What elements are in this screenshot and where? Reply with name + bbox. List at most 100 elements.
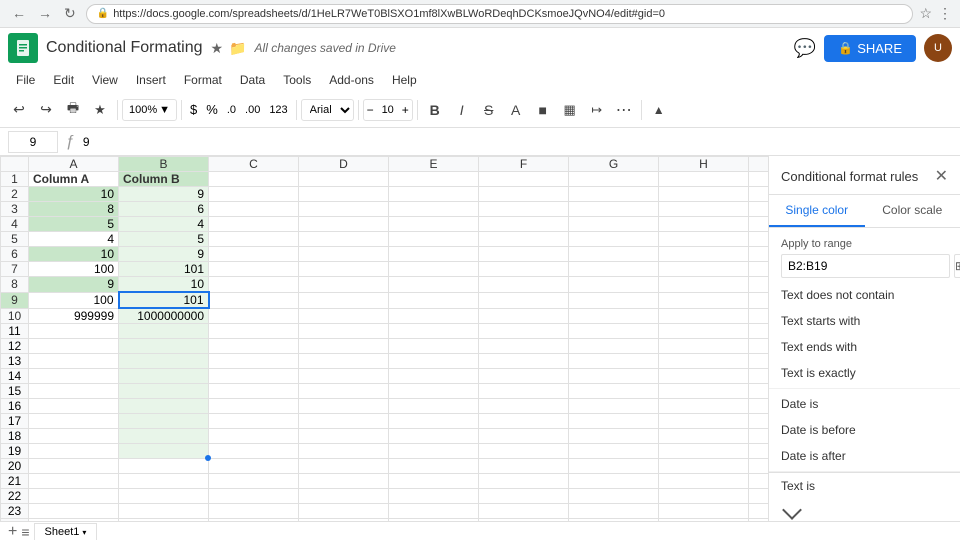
cell-c9[interactable] [209, 292, 299, 308]
cell-h2[interactable] [659, 187, 749, 202]
cell-i1[interactable] [749, 172, 769, 187]
cell-d10[interactable] [299, 308, 389, 324]
cell-h10[interactable] [659, 308, 749, 324]
cell-f2[interactable] [479, 187, 569, 202]
dropdown-item-text-starts-with[interactable]: Text starts with [769, 308, 960, 334]
cell-g4[interactable] [569, 217, 659, 232]
font-size-control[interactable]: − 10 + [363, 99, 413, 121]
more-browser-icon[interactable]: ⋮ [938, 5, 952, 22]
cell-f7[interactable] [479, 262, 569, 277]
cell-c7[interactable] [209, 262, 299, 277]
cell-e10[interactable] [389, 308, 479, 324]
cell-a7[interactable]: 100 [29, 262, 119, 277]
cell-a6[interactable]: 10 [29, 247, 119, 262]
dropdown-item-text-does-not-contain[interactable]: Text does not contain [769, 282, 960, 308]
cell-e3[interactable] [389, 202, 479, 217]
cell-d9[interactable] [299, 292, 389, 308]
col-header-e[interactable]: E [389, 157, 479, 172]
cell-e9[interactable] [389, 292, 479, 308]
italic-button[interactable]: I [449, 97, 475, 123]
cell-c11[interactable] [209, 324, 299, 339]
col-header-b[interactable]: B [119, 157, 209, 172]
print-button[interactable]: 🖶 [60, 97, 86, 123]
menu-edit[interactable]: Edit [45, 71, 82, 89]
star-doc-icon[interactable]: ★ [211, 40, 224, 57]
cell-c5[interactable] [209, 232, 299, 247]
cell-f1[interactable] [479, 172, 569, 187]
avatar[interactable]: U [924, 34, 952, 62]
cell-c6[interactable] [209, 247, 299, 262]
cell-f6[interactable] [479, 247, 569, 262]
undo-button[interactable]: ↩ [6, 97, 32, 123]
cell-d1[interactable] [299, 172, 389, 187]
col-header-h[interactable]: H [659, 157, 749, 172]
cell-d2[interactable] [299, 187, 389, 202]
cell-i6[interactable] [749, 247, 769, 262]
col-header-f[interactable]: F [479, 157, 569, 172]
cell-f5[interactable] [479, 232, 569, 247]
cell-a4[interactable]: 5 [29, 217, 119, 232]
cell-h3[interactable] [659, 202, 749, 217]
doc-title[interactable]: Conditional Formating [46, 39, 203, 57]
font-size-value[interactable]: 10 [379, 104, 397, 116]
percent-button[interactable]: % [202, 97, 222, 123]
cell-e6[interactable] [389, 247, 479, 262]
cell-i4[interactable] [749, 217, 769, 232]
cell-a9[interactable]: 100 [29, 292, 119, 308]
cell-b19[interactable] [119, 444, 209, 459]
dropdown-item-text-is-exactly[interactable]: Text is exactly [769, 360, 960, 386]
dropdown-item-date-is[interactable]: Date is [769, 391, 960, 417]
reload-icon[interactable]: ↻ [60, 3, 80, 24]
add-sheet-icon[interactable]: + [8, 523, 17, 541]
formula-input[interactable] [83, 131, 952, 153]
range-grid-button[interactable]: ⊞ [954, 254, 960, 278]
menu-format[interactable]: Format [176, 71, 230, 89]
font-size-inc[interactable]: + [399, 103, 412, 117]
sheet-list-icon[interactable]: ≡ [21, 524, 29, 540]
cell-f8[interactable] [479, 277, 569, 293]
merge-button[interactable]: ↦ [584, 97, 610, 123]
cell-a1[interactable]: Column A [29, 172, 119, 187]
cell-b8[interactable]: 10 [119, 277, 209, 293]
menu-help[interactable]: Help [384, 71, 425, 89]
cell-a2[interactable]: 10 [29, 187, 119, 202]
cell-reference-input[interactable] [8, 131, 58, 153]
cell-a3[interactable]: 8 [29, 202, 119, 217]
cell-g8[interactable] [569, 277, 659, 293]
share-button[interactable]: 🔒 SHARE [824, 35, 916, 62]
dropdown-item-text-ends-with[interactable]: Text ends with [769, 334, 960, 360]
cell-f9[interactable] [479, 292, 569, 308]
cell-d3[interactable] [299, 202, 389, 217]
cell-a5[interactable]: 4 [29, 232, 119, 247]
cell-b9[interactable]: 101 [119, 292, 209, 308]
cell-h7[interactable] [659, 262, 749, 277]
cell-f4[interactable] [479, 217, 569, 232]
cell-h5[interactable] [659, 232, 749, 247]
cell-b7[interactable]: 101 [119, 262, 209, 277]
decimal-inc-button[interactable]: .00 [241, 97, 264, 123]
forward-icon[interactable]: → [34, 3, 56, 24]
tab-single-color[interactable]: Single color [769, 195, 865, 227]
cell-d6[interactable] [299, 247, 389, 262]
hide-formula-button[interactable]: ▲ [646, 97, 672, 123]
zoom-control[interactable]: 100% ▼ [122, 99, 177, 121]
chat-icon[interactable]: 💬 [794, 38, 816, 59]
cell-i2[interactable] [749, 187, 769, 202]
range-input[interactable] [781, 254, 950, 278]
menu-tools[interactable]: Tools [275, 71, 319, 89]
star-icon[interactable]: ☆ [919, 5, 932, 22]
more-toolbar-button[interactable]: ⋯ [611, 97, 637, 123]
cell-f10[interactable] [479, 308, 569, 324]
bold-button[interactable]: B [422, 97, 448, 123]
back-icon[interactable]: ← [8, 3, 30, 24]
menu-file[interactable]: File [8, 71, 43, 89]
cell-i9[interactable] [749, 292, 769, 308]
menu-data[interactable]: Data [232, 71, 273, 89]
url-bar[interactable]: 🔒 https://docs.google.com/spreadsheets/d… [86, 4, 914, 24]
cell-g2[interactable] [569, 187, 659, 202]
cell-b3[interactable]: 6 [119, 202, 209, 217]
text-color-button[interactable]: A [503, 97, 529, 123]
cell-i10[interactable] [749, 308, 769, 324]
cell-b1[interactable]: Column B [119, 172, 209, 187]
cell-c1[interactable] [209, 172, 299, 187]
